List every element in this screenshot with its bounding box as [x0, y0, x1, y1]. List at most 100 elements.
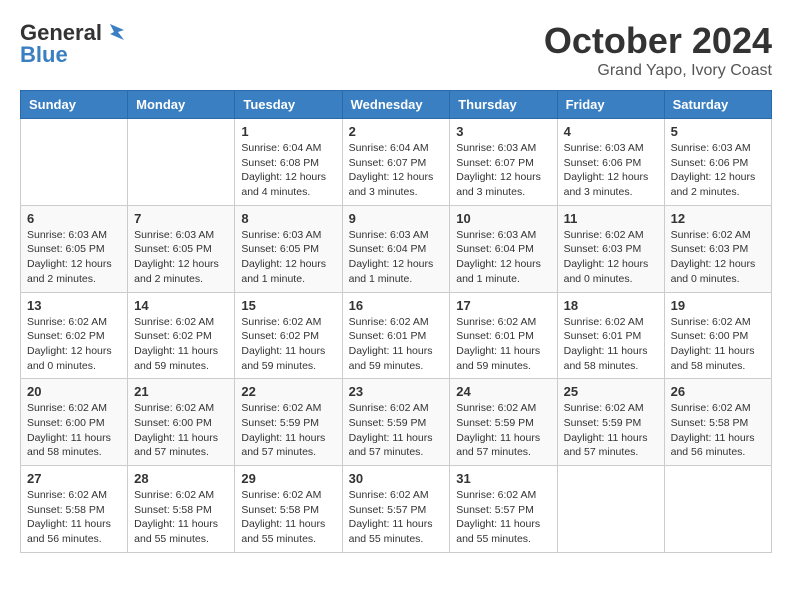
- calendar-cell: 29 Sunrise: 6:02 AM Sunset: 5:58 PM Dayli…: [235, 466, 342, 553]
- calendar-cell: 18 Sunrise: 6:02 AM Sunset: 6:01 PM Dayli…: [557, 292, 664, 379]
- day-number: 26: [671, 384, 765, 399]
- logo: General Blue: [20, 20, 126, 68]
- weekday-header-friday: Friday: [557, 91, 664, 119]
- calendar-header-row: SundayMondayTuesdayWednesdayThursdayFrid…: [21, 91, 772, 119]
- day-info: Sunrise: 6:02 AM Sunset: 6:01 PM Dayligh…: [456, 315, 550, 374]
- weekday-header-monday: Monday: [128, 91, 235, 119]
- day-info: Sunrise: 6:03 AM Sunset: 6:06 PM Dayligh…: [564, 141, 658, 200]
- day-number: 29: [241, 471, 335, 486]
- day-number: 21: [134, 384, 228, 399]
- calendar-cell: 31 Sunrise: 6:02 AM Sunset: 5:57 PM Dayli…: [450, 466, 557, 553]
- calendar-cell: 9Sunrise: 6:03 AM Sunset: 6:04 PM Daylig…: [342, 205, 450, 292]
- day-number: 31: [456, 471, 550, 486]
- calendar-week-row: 27 Sunrise: 6:02 AM Sunset: 5:58 PM Dayli…: [21, 466, 772, 553]
- calendar-cell: [664, 466, 771, 553]
- logo-blue: Blue: [20, 42, 68, 68]
- day-info: Sunrise: 6:02 AM Sunset: 5:58 PM Dayligh…: [27, 488, 121, 547]
- day-info: Sunrise: 6:02 AM Sunset: 6:00 PM Dayligh…: [671, 315, 765, 374]
- day-info: Sunrise: 6:02 AM Sunset: 5:58 PM Dayligh…: [671, 401, 765, 460]
- weekday-header-wednesday: Wednesday: [342, 91, 450, 119]
- day-number: 24: [456, 384, 550, 399]
- day-number: 22: [241, 384, 335, 399]
- calendar-cell: 19Sunrise: 6:02 AM Sunset: 6:00 PM Dayli…: [664, 292, 771, 379]
- day-info: Sunrise: 6:03 AM Sunset: 6:05 PM Dayligh…: [27, 228, 121, 287]
- calendar-cell: 16Sunrise: 6:02 AM Sunset: 6:01 PM Dayli…: [342, 292, 450, 379]
- day-info: Sunrise: 6:02 AM Sunset: 6:03 PM Dayligh…: [671, 228, 765, 287]
- day-info: Sunrise: 6:02 AM Sunset: 5:59 PM Dayligh…: [456, 401, 550, 460]
- calendar-cell: 30 Sunrise: 6:02 AM Sunset: 5:57 PM Dayli…: [342, 466, 450, 553]
- calendar-cell: 11Sunrise: 6:02 AM Sunset: 6:03 PM Dayli…: [557, 205, 664, 292]
- calendar-cell: [21, 119, 128, 206]
- calendar-week-row: 6Sunrise: 6:03 AM Sunset: 6:05 PM Daylig…: [21, 205, 772, 292]
- calendar-cell: 3 Sunrise: 6:03 AM Sunset: 6:07 PM Daylig…: [450, 119, 557, 206]
- calendar-cell: 4 Sunrise: 6:03 AM Sunset: 6:06 PM Daylig…: [557, 119, 664, 206]
- day-number: 9: [349, 211, 444, 226]
- day-info: Sunrise: 6:02 AM Sunset: 6:03 PM Dayligh…: [564, 228, 658, 287]
- logo-bird-icon: [104, 22, 126, 44]
- title-section: October 2024 Grand Yapo, Ivory Coast: [544, 20, 772, 80]
- day-number: 13: [27, 298, 121, 313]
- day-number: 14: [134, 298, 228, 313]
- day-info: Sunrise: 6:02 AM Sunset: 6:00 PM Dayligh…: [134, 401, 228, 460]
- day-info: Sunrise: 6:02 AM Sunset: 5:58 PM Dayligh…: [134, 488, 228, 547]
- day-info: Sunrise: 6:02 AM Sunset: 6:02 PM Dayligh…: [241, 315, 335, 374]
- calendar-cell: 25 Sunrise: 6:02 AM Sunset: 5:59 PM Dayli…: [557, 379, 664, 466]
- day-info: Sunrise: 6:03 AM Sunset: 6:05 PM Dayligh…: [241, 228, 335, 287]
- day-number: 1: [241, 124, 335, 139]
- day-info: Sunrise: 6:03 AM Sunset: 6:06 PM Dayligh…: [671, 141, 765, 200]
- day-number: 5: [671, 124, 765, 139]
- calendar-cell: 28 Sunrise: 6:02 AM Sunset: 5:58 PM Dayli…: [128, 466, 235, 553]
- day-info: Sunrise: 6:02 AM Sunset: 6:00 PM Dayligh…: [27, 401, 121, 460]
- day-number: 23: [349, 384, 444, 399]
- calendar-cell: 10 Sunrise: 6:03 AM Sunset: 6:04 PM Dayli…: [450, 205, 557, 292]
- calendar-cell: 27 Sunrise: 6:02 AM Sunset: 5:58 PM Dayli…: [21, 466, 128, 553]
- day-number: 17: [456, 298, 550, 313]
- calendar-week-row: 13 Sunrise: 6:02 AM Sunset: 6:02 PM Dayli…: [21, 292, 772, 379]
- day-number: 8: [241, 211, 335, 226]
- weekday-header-saturday: Saturday: [664, 91, 771, 119]
- day-info: Sunrise: 6:02 AM Sunset: 5:57 PM Dayligh…: [349, 488, 444, 547]
- weekday-header-thursday: Thursday: [450, 91, 557, 119]
- calendar-cell: 13 Sunrise: 6:02 AM Sunset: 6:02 PM Dayli…: [21, 292, 128, 379]
- calendar-cell: [557, 466, 664, 553]
- calendar-cell: 7Sunrise: 6:03 AM Sunset: 6:05 PM Daylig…: [128, 205, 235, 292]
- day-info: Sunrise: 6:02 AM Sunset: 5:58 PM Dayligh…: [241, 488, 335, 547]
- calendar: SundayMondayTuesdayWednesdayThursdayFrid…: [20, 90, 772, 553]
- day-number: 18: [564, 298, 658, 313]
- day-info: Sunrise: 6:03 AM Sunset: 6:07 PM Dayligh…: [456, 141, 550, 200]
- day-number: 2: [349, 124, 444, 139]
- day-info: Sunrise: 6:02 AM Sunset: 6:01 PM Dayligh…: [564, 315, 658, 374]
- day-info: Sunrise: 6:03 AM Sunset: 6:04 PM Dayligh…: [456, 228, 550, 287]
- day-info: Sunrise: 6:04 AM Sunset: 6:07 PM Dayligh…: [349, 141, 444, 200]
- calendar-cell: 1 Sunrise: 6:04 AM Sunset: 6:08 PM Daylig…: [235, 119, 342, 206]
- weekday-header-sunday: Sunday: [21, 91, 128, 119]
- calendar-cell: 15Sunrise: 6:02 AM Sunset: 6:02 PM Dayli…: [235, 292, 342, 379]
- calendar-cell: 20 Sunrise: 6:02 AM Sunset: 6:00 PM Dayli…: [21, 379, 128, 466]
- month-title: October 2024: [544, 20, 772, 62]
- day-number: 3: [456, 124, 550, 139]
- day-number: 25: [564, 384, 658, 399]
- day-info: Sunrise: 6:02 AM Sunset: 5:59 PM Dayligh…: [564, 401, 658, 460]
- day-info: Sunrise: 6:04 AM Sunset: 6:08 PM Dayligh…: [241, 141, 335, 200]
- day-number: 4: [564, 124, 658, 139]
- day-number: 12: [671, 211, 765, 226]
- day-info: Sunrise: 6:02 AM Sunset: 6:02 PM Dayligh…: [134, 315, 228, 374]
- header: General Blue October 2024 Grand Yapo, Iv…: [20, 20, 772, 80]
- day-info: Sunrise: 6:02 AM Sunset: 6:01 PM Dayligh…: [349, 315, 444, 374]
- calendar-cell: [128, 119, 235, 206]
- calendar-cell: 6Sunrise: 6:03 AM Sunset: 6:05 PM Daylig…: [21, 205, 128, 292]
- calendar-cell: 14 Sunrise: 6:02 AM Sunset: 6:02 PM Dayli…: [128, 292, 235, 379]
- calendar-cell: 23Sunrise: 6:02 AM Sunset: 5:59 PM Dayli…: [342, 379, 450, 466]
- calendar-cell: 8 Sunrise: 6:03 AM Sunset: 6:05 PM Daylig…: [235, 205, 342, 292]
- day-info: Sunrise: 6:02 AM Sunset: 5:57 PM Dayligh…: [456, 488, 550, 547]
- day-number: 28: [134, 471, 228, 486]
- calendar-cell: 12 Sunrise: 6:02 AM Sunset: 6:03 PM Dayli…: [664, 205, 771, 292]
- day-number: 30: [349, 471, 444, 486]
- calendar-week-row: 20 Sunrise: 6:02 AM Sunset: 6:00 PM Dayli…: [21, 379, 772, 466]
- calendar-week-row: 1 Sunrise: 6:04 AM Sunset: 6:08 PM Daylig…: [21, 119, 772, 206]
- calendar-cell: 26 Sunrise: 6:02 AM Sunset: 5:58 PM Dayli…: [664, 379, 771, 466]
- day-number: 20: [27, 384, 121, 399]
- day-number: 27: [27, 471, 121, 486]
- day-info: Sunrise: 6:02 AM Sunset: 6:02 PM Dayligh…: [27, 315, 121, 374]
- day-number: 10: [456, 211, 550, 226]
